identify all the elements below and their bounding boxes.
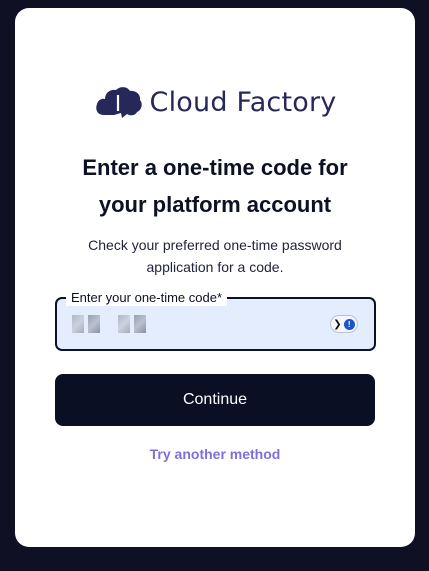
page-title-line-2: your platform account — [98, 192, 332, 217]
page-title-line-1: Enter a one-time code for — [82, 155, 348, 180]
cloud-factory-logo-icon — [94, 85, 144, 119]
one-time-code-label: Enter your one-time code* — [66, 289, 228, 306]
one-time-code-field[interactable]: Enter your one-time code* ❯ ! — [55, 289, 376, 351]
try-another-method-link[interactable]: Try another method — [15, 446, 415, 462]
page-subtitle-line-1: Check your preferred one-time password — [88, 237, 342, 253]
brand-logo: Cloud Factory — [15, 85, 415, 119]
login-card: Cloud Factory Enter a one-time code for … — [15, 8, 415, 547]
page-title: Enter a one-time code for your platform … — [45, 149, 385, 223]
page-subtitle-line-2: application for a code. — [146, 259, 284, 275]
one-time-code-value-obscured — [72, 315, 146, 333]
continue-button[interactable]: Continue — [55, 374, 375, 426]
password-manager-icon[interactable]: ❯ ! — [330, 315, 358, 333]
page-subtitle: Check your preferred one-time password a… — [65, 234, 365, 278]
brand-name: Cloud Factory — [149, 86, 337, 118]
